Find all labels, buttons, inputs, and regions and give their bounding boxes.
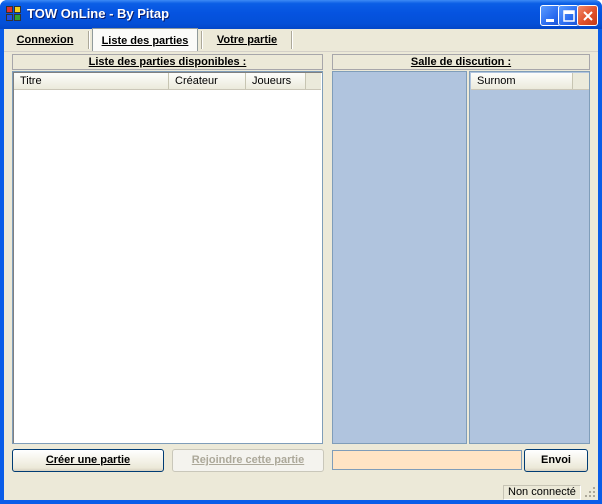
close-icon: [583, 11, 593, 21]
tab-liste-des-parties[interactable]: Liste des parties: [92, 28, 198, 52]
tab-separator: [201, 31, 202, 49]
games-list-header: Titre Créateur Joueurs: [14, 73, 321, 90]
app-window: TOW OnLine - By Pitap Connexion Liste de…: [0, 0, 602, 504]
maximize-button[interactable]: [558, 5, 579, 26]
app-icon: [6, 6, 22, 22]
chat-messages[interactable]: [332, 71, 467, 444]
resize-grip-icon[interactable]: [584, 486, 596, 498]
games-list[interactable]: Titre Créateur Joueurs: [12, 71, 323, 444]
title-bar[interactable]: TOW OnLine - By Pitap: [0, 0, 602, 29]
send-button[interactable]: Envoi: [524, 449, 588, 472]
tab-separator: [291, 31, 292, 49]
client-area: Connexion Liste des parties Votre partie…: [4, 28, 598, 500]
join-game-button[interactable]: Rejoindre cette partie: [172, 449, 324, 472]
column-header-createur[interactable]: Créateur: [169, 73, 246, 89]
chat-panel-header: Salle de discution :: [332, 54, 590, 70]
tab-connexion[interactable]: Connexion: [12, 29, 78, 51]
column-header-titre[interactable]: Titre: [14, 73, 169, 89]
games-panel-header: Liste des parties disponibles :: [12, 54, 323, 70]
users-list-header: Surnom: [471, 73, 589, 90]
connection-status: Non connecté: [503, 485, 581, 500]
tab-underline: [4, 51, 598, 52]
tab-votre-partie[interactable]: Votre partie: [207, 29, 287, 51]
close-button[interactable]: [577, 5, 598, 26]
message-input[interactable]: [332, 450, 522, 470]
users-list[interactable]: Surnom: [469, 71, 590, 444]
tab-separator: [88, 31, 89, 49]
create-game-button[interactable]: Créer une partie: [12, 449, 164, 472]
column-header-joueurs[interactable]: Joueurs: [246, 73, 306, 89]
column-header-surnom[interactable]: Surnom: [471, 73, 573, 89]
tab-strip: Connexion Liste des parties Votre partie: [8, 28, 308, 52]
window-title: TOW OnLine - By Pitap: [27, 6, 170, 21]
